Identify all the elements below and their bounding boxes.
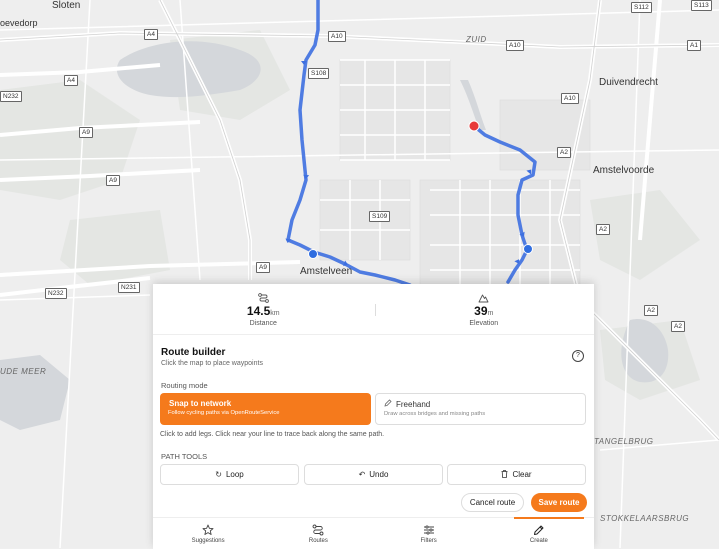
road-shield: S112 xyxy=(631,2,652,13)
star-icon xyxy=(202,524,214,536)
loop-icon: ↻ xyxy=(215,470,222,479)
distance-stat: 14.5km Distance xyxy=(153,286,374,334)
map-label-oevedorp: oevedorp xyxy=(0,18,38,28)
mode-freehand[interactable]: Freehand Draw across bridges and missing… xyxy=(375,393,586,425)
road-shield: S109 xyxy=(369,211,391,222)
road-shield: S113 xyxy=(691,0,712,11)
save-route-button[interactable]: Save route xyxy=(531,493,587,512)
tab-label: Filters xyxy=(420,537,437,544)
road-shield: S108 xyxy=(308,68,330,79)
trash-icon xyxy=(501,469,508,480)
tab-create[interactable]: Create xyxy=(484,517,594,549)
map-label-duivendrecht: Duivendrecht xyxy=(599,77,658,88)
road-shield: A2 xyxy=(596,224,610,235)
tab-suggestions[interactable]: Suggestions xyxy=(153,518,263,549)
road-shield: A4 xyxy=(144,29,158,40)
mountain-icon xyxy=(478,293,489,303)
map-label-zuid: ZUID xyxy=(466,35,487,44)
road-shield: A4 xyxy=(64,75,78,86)
tab-filters[interactable]: Filters xyxy=(374,518,484,549)
builder-subtitle: Click the map to place waypoints xyxy=(161,360,263,367)
distance-unit: km xyxy=(270,310,280,317)
pencil-icon xyxy=(533,524,545,536)
distance-value: 14.5 xyxy=(246,304,271,318)
path-tools-label: PATH TOOLS xyxy=(161,452,208,461)
elevation-label: Elevation xyxy=(469,320,499,327)
clear-button[interactable]: Clear xyxy=(447,464,586,485)
map-label-amstelvoorde: Amstelvoorde xyxy=(593,165,655,176)
help-button[interactable]: ? xyxy=(572,350,584,362)
road-shield: A10 xyxy=(328,31,346,42)
undo-label: Undo xyxy=(369,470,389,479)
elevation-stat: 39m Elevation xyxy=(374,286,595,334)
mode-desc: Follow cycling paths via OpenRouteServic… xyxy=(168,410,280,416)
route-start-marker xyxy=(468,120,480,132)
map-label-amstelveen: Amstelveen xyxy=(300,266,353,277)
elevation-unit: m xyxy=(487,310,494,317)
mode-title: Snap to network xyxy=(169,399,232,408)
map-label-ude-meer: UDE MEER xyxy=(0,367,47,376)
routing-mode-label: Routing mode xyxy=(161,381,208,390)
mode-title: Freehand xyxy=(396,400,431,409)
road-shield: A9 xyxy=(106,175,120,186)
undo-button[interactable]: ↶ Undo xyxy=(304,464,443,485)
builder-title: Route builder xyxy=(161,347,226,358)
loop-label: Loop xyxy=(225,470,244,479)
mode-desc: Draw across bridges and missing paths xyxy=(384,411,486,417)
map-label-stokkelaarsbrug: STOKKELAARSBRUG xyxy=(600,514,690,523)
tab-label: Suggestions xyxy=(191,537,225,544)
bottom-tab-bar: Suggestions Routes Filters Create xyxy=(153,517,594,549)
routes-icon xyxy=(312,524,324,536)
mode-snap-to-network[interactable]: Snap to network Follow cycling paths via… xyxy=(160,393,371,425)
road-shield: N232 xyxy=(45,288,67,299)
map-label-tangelbrug: TANGELBRUG xyxy=(594,437,654,446)
waypoint-marker-east xyxy=(523,244,533,254)
route-icon xyxy=(257,293,269,303)
road-shield: A2 xyxy=(644,305,658,316)
waypoint-marker xyxy=(308,249,318,259)
road-shield: A2 xyxy=(671,321,685,332)
tab-label: Routes xyxy=(308,537,328,544)
clear-label: Clear xyxy=(512,470,532,479)
road-shield: A9 xyxy=(79,127,93,138)
route-stats: 14.5km Distance 39m Elevation xyxy=(153,286,594,335)
elevation-value: 39 xyxy=(474,304,488,318)
loop-button[interactable]: ↻ Loop xyxy=(160,464,299,485)
road-shield: A10 xyxy=(561,93,579,104)
road-shield: A2 xyxy=(557,147,571,158)
cancel-route-button[interactable]: Cancel route xyxy=(461,493,524,512)
tab-routes[interactable]: Routes xyxy=(263,518,373,549)
pencil-icon xyxy=(384,399,392,409)
road-shield: A1 xyxy=(687,40,701,51)
stats-divider xyxy=(375,304,376,316)
tab-label: Create xyxy=(529,537,548,544)
distance-label: Distance xyxy=(249,320,277,327)
road-shield: A9 xyxy=(256,262,270,273)
map-label-sloten: Sloten xyxy=(52,0,81,11)
road-shield: N232 xyxy=(0,91,22,102)
road-shield: A10 xyxy=(506,40,524,51)
undo-icon: ↶ xyxy=(358,470,366,479)
road-shield: N231 xyxy=(118,282,140,293)
filters-icon xyxy=(423,524,435,536)
builder-hint: Click to add legs. Click near your line … xyxy=(160,431,385,438)
